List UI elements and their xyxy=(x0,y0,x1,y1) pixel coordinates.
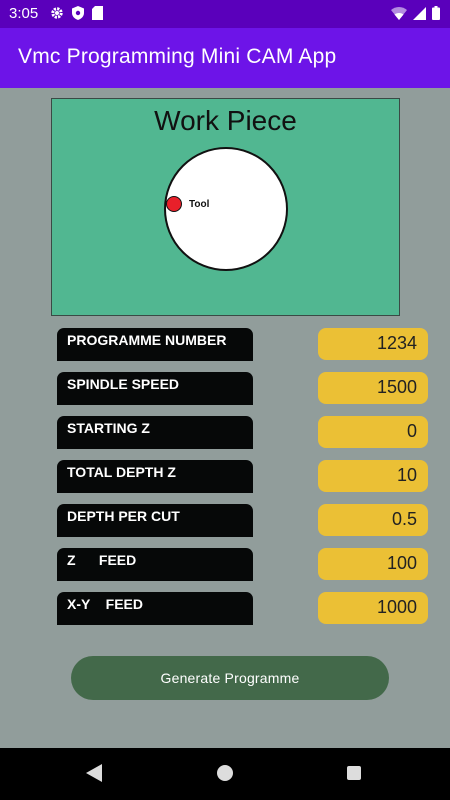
z-feed-row: Z FEED 100 xyxy=(57,548,428,581)
tool-label: Tool xyxy=(189,199,210,210)
tool-marker xyxy=(166,196,182,212)
wifi-icon xyxy=(391,6,407,20)
battery-icon xyxy=(432,6,440,20)
workpiece-preview: Work Piece Tool xyxy=(51,98,400,316)
workpiece-circle xyxy=(164,147,288,271)
xy-feed-label: X-Y FEED xyxy=(57,592,253,625)
total-depth-z-input[interactable]: 10 xyxy=(318,460,428,492)
home-icon[interactable] xyxy=(217,765,233,781)
depth-per-cut-input[interactable]: 0.5 xyxy=(318,504,428,536)
workpiece-title: Work Piece xyxy=(154,105,297,136)
xy-feed-row: X-Y FEED 1000 xyxy=(57,592,428,625)
nav-bar xyxy=(0,748,450,800)
spindle-speed-input[interactable]: 1500 xyxy=(318,372,428,404)
status-bar: 3:05 xyxy=(0,0,450,28)
app-bar: Vmc Programming Mini CAM App xyxy=(0,28,450,88)
gear-icon xyxy=(51,7,63,19)
spindle-speed-row: SPINDLE SPEED 1500 xyxy=(57,372,428,405)
depth-per-cut-label: DEPTH PER CUT xyxy=(57,504,253,537)
app-title: Vmc Programming Mini CAM App xyxy=(18,45,337,68)
signal-icon xyxy=(413,6,426,20)
xy-feed-input[interactable]: 1000 xyxy=(318,592,428,624)
starting-z-row: STARTING Z 0 xyxy=(57,416,428,449)
status-time: 3:05 xyxy=(9,5,39,22)
total-depth-z-label: TOTAL DEPTH Z xyxy=(57,460,253,493)
recent-apps-icon[interactable] xyxy=(347,766,361,780)
programme-number-label: PROGRAMME NUMBER xyxy=(57,328,253,361)
generate-programme-button[interactable]: Generate Programme xyxy=(71,656,389,700)
programme-number-row: PROGRAMME NUMBER 1234 xyxy=(57,328,428,361)
status-icons-left xyxy=(50,6,103,20)
back-icon[interactable] xyxy=(86,764,102,782)
z-feed-input[interactable]: 100 xyxy=(318,548,428,580)
sd-card-icon xyxy=(92,6,103,20)
total-depth-z-row: TOTAL DEPTH Z 10 xyxy=(57,460,428,493)
z-feed-label: Z FEED xyxy=(57,548,253,581)
starting-z-input[interactable]: 0 xyxy=(318,416,428,448)
shield-icon xyxy=(72,6,84,20)
depth-per-cut-row: DEPTH PER CUT 0.5 xyxy=(57,504,428,537)
programme-number-input[interactable]: 1234 xyxy=(318,328,428,360)
starting-z-label: STARTING Z xyxy=(57,416,253,449)
status-icons-right xyxy=(391,6,440,20)
spindle-speed-label: SPINDLE SPEED xyxy=(57,372,253,405)
